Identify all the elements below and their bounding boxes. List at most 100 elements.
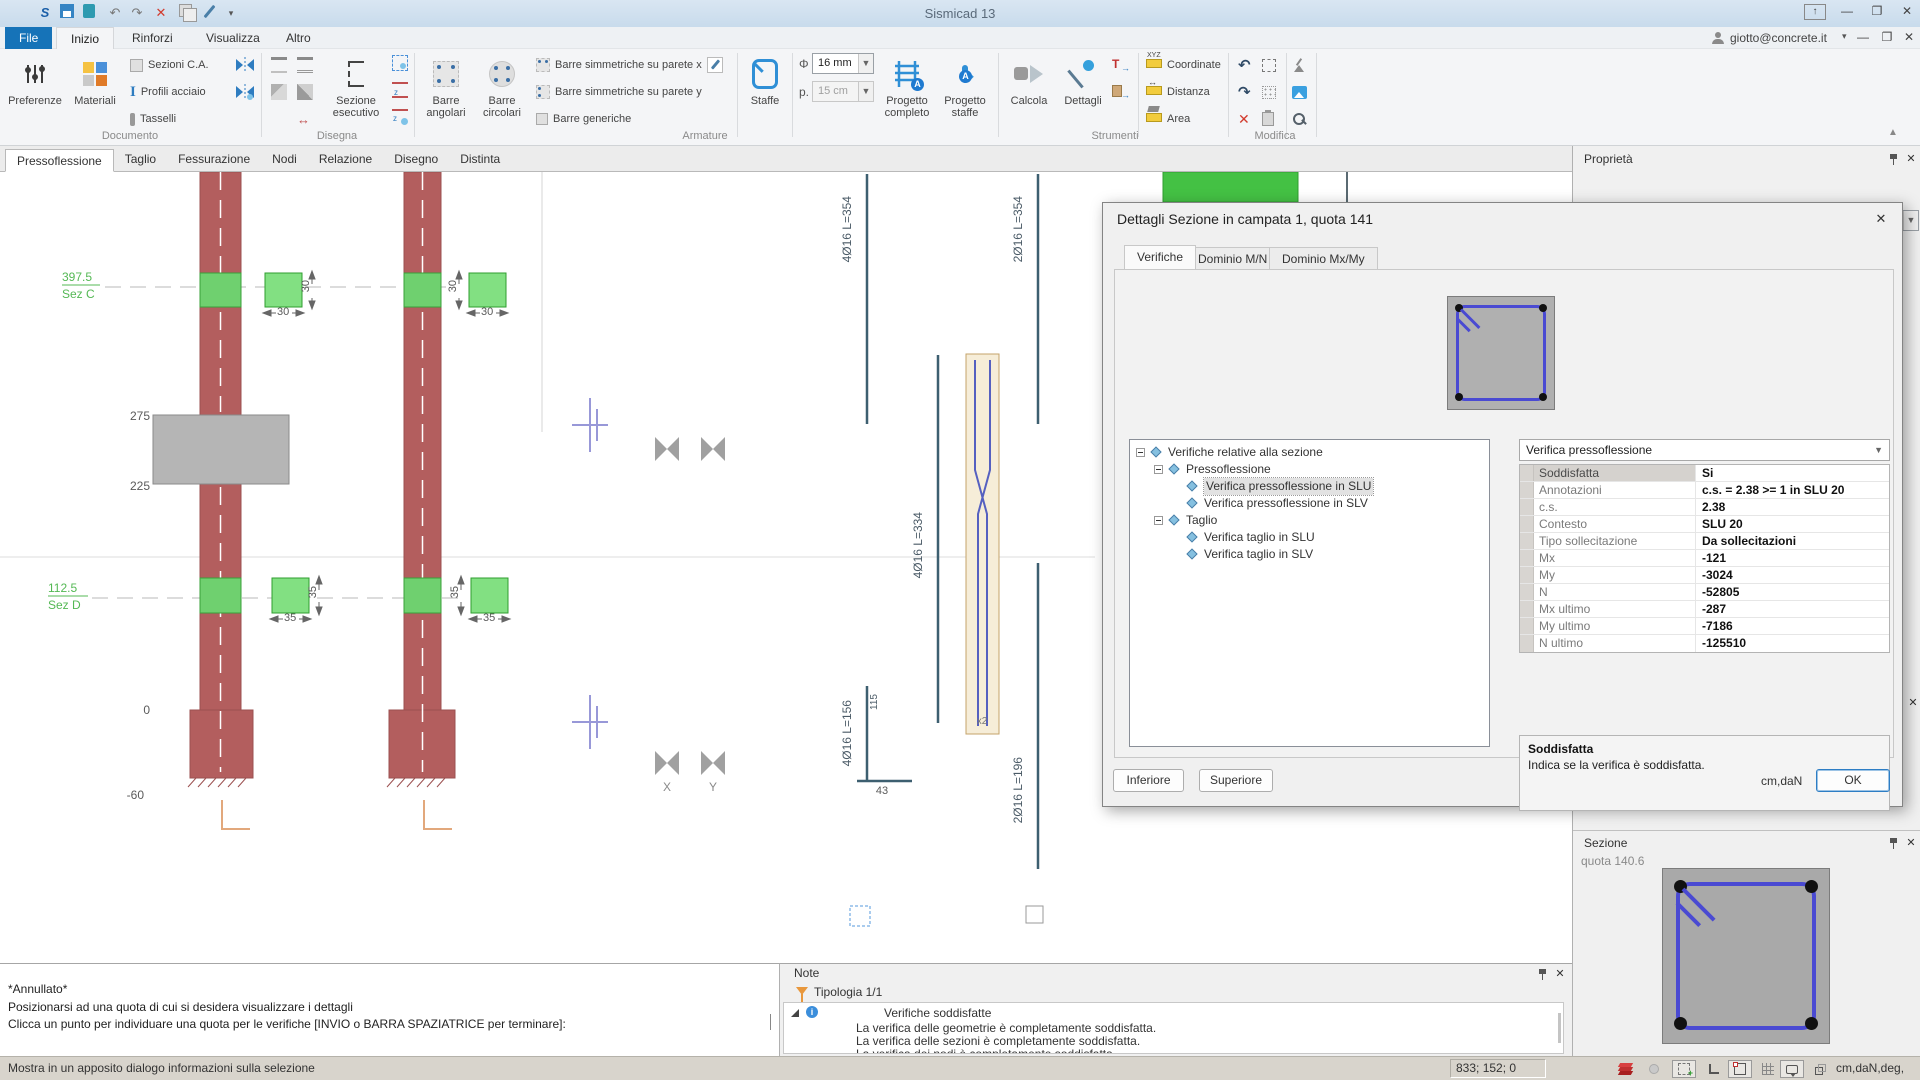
- undo-edit-button[interactable]: ↶: [1238, 55, 1251, 75]
- viewtab-distinta[interactable]: Distinta: [449, 148, 511, 171]
- draw-tool-3[interactable]: [297, 55, 313, 75]
- dialog-tab-dominio-mn[interactable]: Dominio M/N: [1185, 247, 1280, 269]
- command-line-panel[interactable]: *Annullato* Posizionarsi ad una quota di…: [0, 963, 779, 1056]
- tree-item[interactable]: Verifiche relative alla sezione: [1130, 444, 1489, 461]
- property-row[interactable]: Tipo sollecitazioneDa sollecitazioni: [1520, 533, 1889, 550]
- delete-selection-button[interactable]: ✕: [1238, 109, 1250, 129]
- collapse-ribbon-icon[interactable]: ▲: [1888, 127, 1898, 138]
- draw-tool-4[interactable]: [297, 82, 313, 102]
- property-row[interactable]: Mx ultimo-287: [1520, 601, 1889, 618]
- close-panel-icon[interactable]: ✕: [1905, 837, 1917, 849]
- export-page-button[interactable]: →: [1112, 82, 1128, 102]
- dialog-close-icon[interactable]: ✕: [1875, 213, 1887, 225]
- viewtab-nodi[interactable]: Nodi: [261, 148, 308, 171]
- inferiore-button[interactable]: Inferiore: [1113, 769, 1184, 792]
- area-button[interactable]: Area: [1146, 109, 1190, 129]
- edit-pen-icon[interactable]: [707, 57, 723, 73]
- tree-expander-icon[interactable]: [791, 1009, 799, 1017]
- detail-box-button[interactable]: [392, 53, 408, 73]
- tab-rinforzi[interactable]: Rinforzi: [118, 27, 187, 49]
- redo-edit-button[interactable]: ↷: [1238, 82, 1251, 102]
- ortho-icon[interactable]: [1702, 1060, 1726, 1078]
- doc-minimize-icon[interactable]: —: [1852, 29, 1874, 47]
- level-dim2-button[interactable]: z: [392, 107, 408, 127]
- tree-item[interactable]: Verifica taglio in SLU: [1130, 529, 1489, 546]
- barre-generiche-button[interactable]: Barre generiche: [536, 109, 631, 129]
- property-row[interactable]: My-3024: [1520, 567, 1889, 584]
- sezioni-ca-button[interactable]: Sezioni C.A.: [130, 55, 209, 75]
- profili-acciaio-button[interactable]: I Profili acciaio: [130, 82, 206, 102]
- user-chevron-down-icon[interactable]: ▾: [1842, 31, 1847, 42]
- ribbon-pin-icon[interactable]: ↑: [1804, 4, 1826, 20]
- grid-icon[interactable]: [1756, 1060, 1780, 1078]
- mirror-y-button[interactable]: [236, 82, 254, 102]
- viewtab-pressoflessione[interactable]: Pressoflessione: [5, 149, 114, 172]
- pin-icon[interactable]: [1538, 969, 1547, 980]
- progetto-completo-button[interactable]: Progetto completo: [880, 52, 934, 138]
- property-row[interactable]: My ultimo-7186: [1520, 618, 1889, 635]
- property-row[interactable]: N-52805: [1520, 584, 1889, 601]
- restore-icon[interactable]: ❐: [1866, 3, 1888, 21]
- progetto-staffe-button[interactable]: Progetto staffe: [938, 52, 992, 138]
- zoom-button[interactable]: [1292, 109, 1306, 129]
- tree-item[interactable]: Verifica taglio in SLV: [1130, 546, 1489, 563]
- property-row[interactable]: N ultimo-125510: [1520, 635, 1889, 652]
- pin-icon[interactable]: [1889, 154, 1898, 165]
- property-row[interactable]: ContestoSLU 20: [1520, 516, 1889, 533]
- property-row[interactable]: Annotazionic.s. = 2.38 >= 1 in SLU 20: [1520, 482, 1889, 499]
- viewtab-relazione[interactable]: Relazione: [308, 148, 383, 171]
- calcola-button[interactable]: Calcola: [1004, 52, 1054, 138]
- property-row[interactable]: SoddisfattaSi: [1520, 465, 1889, 482]
- verification-selector-combo[interactable]: Verifica pressoflessione ▼: [1519, 439, 1890, 461]
- cube-icon[interactable]: [1808, 1060, 1832, 1078]
- tree-collapse-icon[interactable]: [1136, 448, 1145, 457]
- diameter-combo[interactable]: 16 mm▼: [812, 53, 874, 74]
- property-row[interactable]: c.s.2.38: [1520, 499, 1889, 516]
- superiore-button[interactable]: Superiore: [1199, 769, 1273, 792]
- tree-item[interactable]: Pressoflessione: [1130, 461, 1489, 478]
- viewtab-disegno[interactable]: Disegno: [383, 148, 449, 171]
- draw-tool-2[interactable]: [271, 82, 287, 102]
- tree-item-selected[interactable]: Verifica pressoflessione in SLU: [1130, 478, 1489, 495]
- level-dim-button[interactable]: z: [392, 80, 408, 100]
- tree-collapse-icon[interactable]: [1154, 516, 1163, 525]
- tab-inizio[interactable]: Inizio: [56, 27, 114, 49]
- tab-file[interactable]: File: [5, 27, 52, 49]
- clipboard-button[interactable]: [1262, 109, 1274, 129]
- add-to-selection-icon[interactable]: +: [1672, 1060, 1696, 1078]
- sezione-esecutivo-button[interactable]: Sezione esecutivo: [324, 52, 388, 138]
- tree-item[interactable]: Verifica pressoflessione in SLV: [1130, 495, 1489, 512]
- mirror-x-button[interactable]: [236, 55, 254, 75]
- tab-altro[interactable]: Altro: [272, 27, 325, 49]
- image-button[interactable]: [1292, 82, 1307, 102]
- tree-collapse-icon[interactable]: [1154, 465, 1163, 474]
- tab-visualizza[interactable]: Visualizza: [192, 27, 274, 49]
- close-panel-icon[interactable]: ✕: [1554, 968, 1566, 980]
- draw-tool-stretch[interactable]: ↔: [297, 109, 310, 129]
- hidden-panel-close-icon[interactable]: ✕: [1907, 697, 1919, 709]
- tasselli-button[interactable]: Tasselli: [130, 109, 176, 129]
- dialog-tab-dominio-mxmy[interactable]: Dominio Mx/My: [1269, 247, 1378, 269]
- coordinate-button[interactable]: XYZ Coordinate: [1146, 55, 1221, 75]
- chevron-down-icon[interactable]: ▼: [1903, 211, 1918, 230]
- dettagli-button[interactable]: Dettagli: [1058, 52, 1108, 138]
- scrollbar-thumb[interactable]: [1558, 1013, 1561, 1043]
- export-text-button[interactable]: T→: [1112, 55, 1128, 75]
- distanza-button[interactable]: ↔ Distanza: [1146, 82, 1210, 102]
- chevron-down-icon[interactable]: ▼: [858, 54, 873, 73]
- selection-rect-button[interactable]: [1262, 55, 1276, 75]
- layers-icon[interactable]: [1614, 1060, 1638, 1078]
- staffe-button[interactable]: Staffe: [742, 52, 788, 138]
- property-row[interactable]: Mx-121: [1520, 550, 1889, 567]
- clean-button[interactable]: [1292, 55, 1306, 75]
- viewtab-fessurazione[interactable]: Fessurazione: [167, 148, 261, 171]
- snap-icon[interactable]: [1728, 1060, 1752, 1078]
- materiali-button[interactable]: Materiali: [68, 52, 122, 138]
- barre-simmetriche-x-button[interactable]: Barre simmetriche su parete x: [536, 55, 723, 75]
- draw-tool-1[interactable]: [271, 55, 287, 75]
- doc-restore-icon[interactable]: ❐: [1876, 29, 1898, 47]
- tooltip-icon[interactable]: [1780, 1060, 1804, 1078]
- pitch-combo[interactable]: 15 cm▼: [812, 81, 874, 102]
- barre-simmetriche-y-button[interactable]: Barre simmetriche su parete y: [536, 82, 702, 102]
- barre-angolari-button[interactable]: Barre angolari: [420, 52, 472, 138]
